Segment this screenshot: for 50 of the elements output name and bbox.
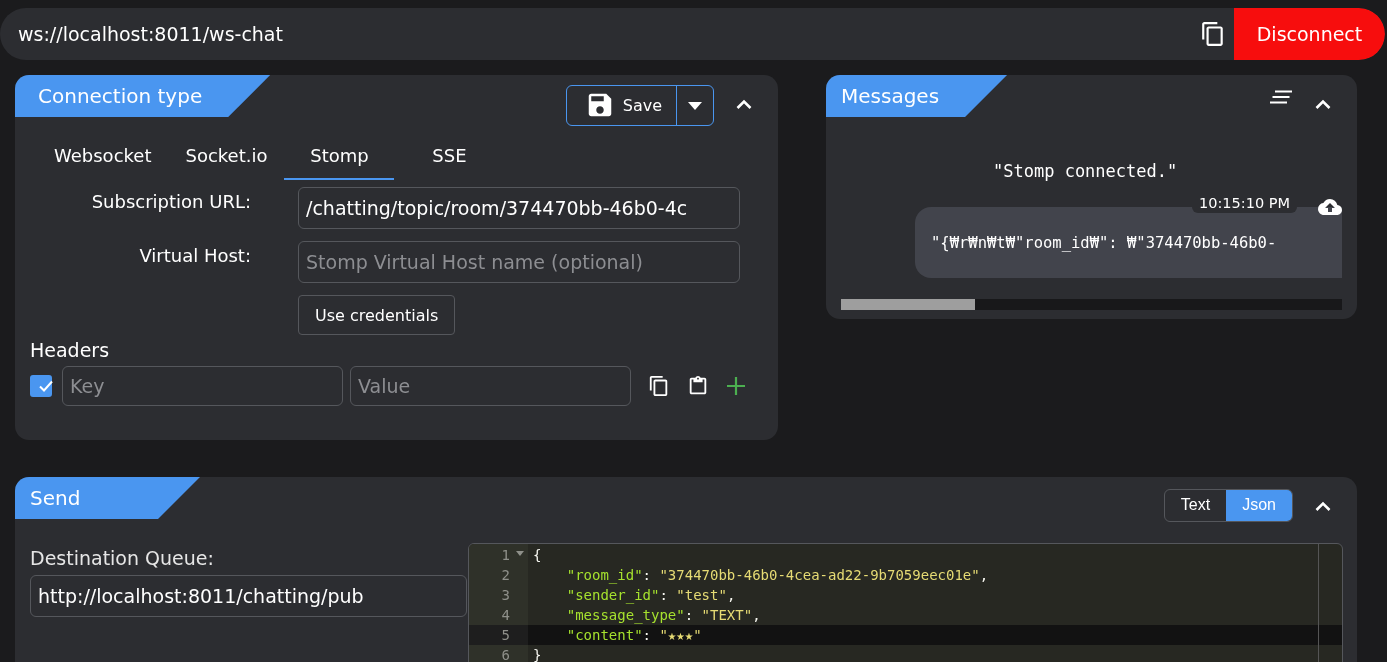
code-line: "content": "★★★" xyxy=(565,627,702,643)
line-number: 4 xyxy=(501,607,510,623)
field-label: Virtual Host: xyxy=(138,244,251,266)
code-line: "message_type": "TEXT", xyxy=(565,607,761,623)
subscription-url-field[interactable]: /chatting/topic/room/374470bb-46b0-4c xyxy=(298,187,740,229)
connection-tab[interactable]: Stomp xyxy=(284,141,395,180)
cloud-upload-icon xyxy=(1318,198,1342,216)
check-icon xyxy=(39,380,53,392)
system-message: "Stomp connected." xyxy=(993,161,1179,181)
code-line: { xyxy=(533,547,542,563)
scrollbar[interactable] xyxy=(841,299,1342,310)
connection-tab[interactable]: Socket.io xyxy=(168,141,285,180)
header-value-field[interactable]: Value xyxy=(350,366,631,406)
copy-icon[interactable] xyxy=(1200,20,1226,48)
url-field[interactable]: ws://localhost:8011/ws-chat xyxy=(0,23,1200,45)
line-number: 1 xyxy=(501,547,510,563)
lines-icon[interactable] xyxy=(1269,90,1293,104)
code-editor[interactable]: 1 2 3 4 5 6 { "room_id": "374470bb-46b0-4cea-ad22-9b7059eec01e", "sender_id": "test", "message_type": "TEXT", "content": "★★★" } xyxy=(468,543,1343,662)
code-line: "sender_id": "test", xyxy=(565,587,736,603)
destination-field[interactable]: http://localhost:8011/chatting/pub xyxy=(30,575,467,617)
save-button[interactable]: Save xyxy=(566,85,677,125)
copy-icon[interactable] xyxy=(648,375,670,397)
line-number: 3 xyxy=(501,587,510,603)
connection-tab[interactable]: Websocket xyxy=(37,141,169,180)
virtual-host-field[interactable]: Stomp Virtual Host name (optional) xyxy=(298,241,740,283)
code-line: "room_id": "374470bb-46b0-4cea-ad22-9b7059eec01e", xyxy=(565,567,989,583)
headers-label: Headers xyxy=(30,339,111,361)
message-text: "{₩r₩n₩t₩"room_id₩": ₩"374470bb-46b0- xyxy=(930,233,1277,252)
line-number: 6 xyxy=(501,647,510,662)
add-icon[interactable] xyxy=(726,376,746,396)
line-number: 2 xyxy=(501,567,510,583)
collapse-icon[interactable] xyxy=(1315,99,1331,109)
fold-icon[interactable] xyxy=(516,551,524,557)
line-number: 5 xyxy=(501,627,510,643)
collapse-icon[interactable] xyxy=(736,99,752,109)
field-label: Destination Queue: xyxy=(30,547,215,569)
mode-toggle[interactable]: Text xyxy=(1164,489,1227,521)
caret-icon xyxy=(688,101,702,110)
clipboard-icon[interactable] xyxy=(687,375,709,397)
code-line: } xyxy=(533,647,542,662)
panel-title: Messages xyxy=(826,75,1008,117)
panel-title: Connection type xyxy=(15,75,271,117)
disconnect-button[interactable]: Disconnect xyxy=(1234,8,1385,60)
checkbox[interactable] xyxy=(30,375,52,397)
header-key-field[interactable]: Key xyxy=(62,366,343,406)
collapse-icon[interactable] xyxy=(1315,501,1331,511)
connection-tab[interactable]: SSE xyxy=(394,141,505,180)
field-label: Subscription URL: xyxy=(90,190,251,212)
credentials-button[interactable]: Use credentials xyxy=(298,295,456,335)
panel-title: Send xyxy=(15,477,200,519)
